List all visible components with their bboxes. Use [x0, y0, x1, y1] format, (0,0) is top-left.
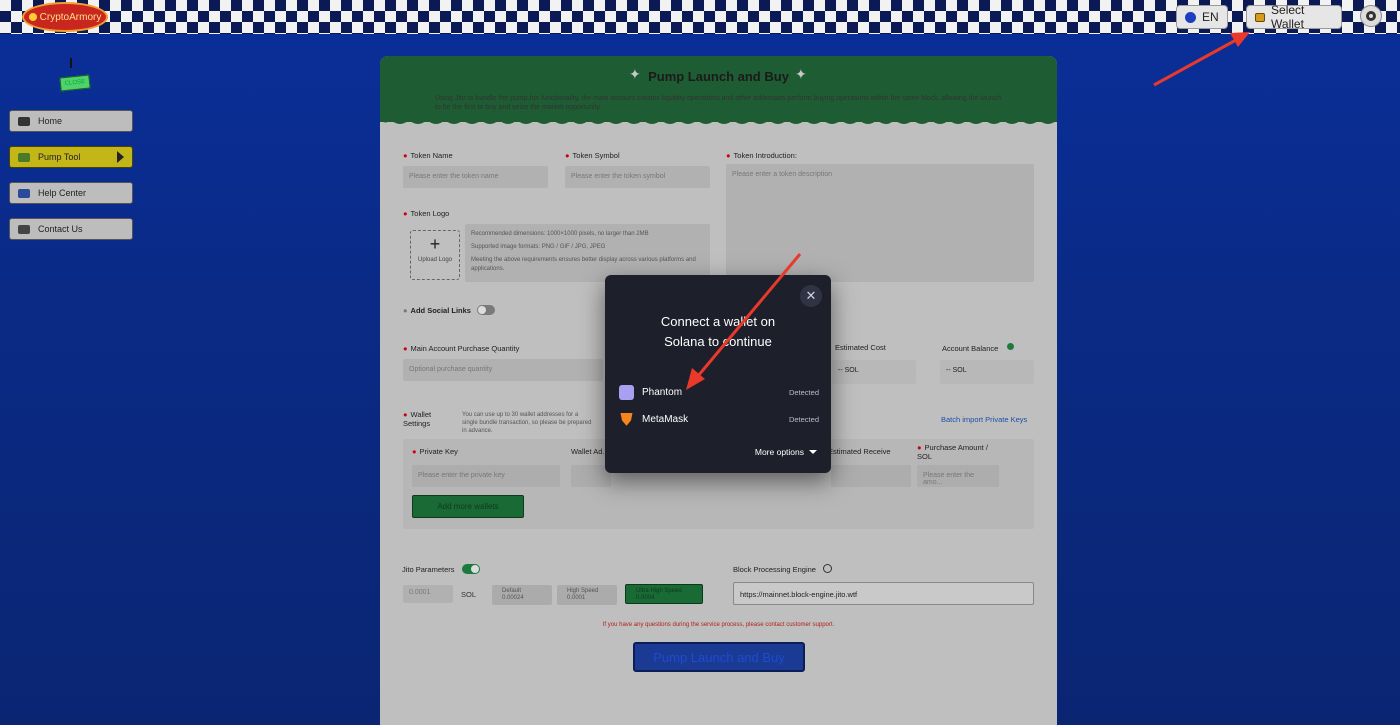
brand-logo[interactable]: CryptoArmory	[22, 2, 108, 32]
page-description: Using Jito to bundle the pump.fun functi…	[435, 95, 1002, 111]
token-name-label: ● Token Name	[403, 151, 453, 160]
sidebar-item-pump-tool[interactable]: Pump Tool	[9, 146, 133, 168]
select-wallet-button[interactable]: Select Wallet	[1246, 3, 1342, 31]
wallet-option-phantom[interactable]: Phantom Detected	[619, 382, 819, 402]
purchase-amount-input[interactable]: Please enter the amo...	[917, 465, 999, 487]
chevron-right-icon	[117, 151, 124, 163]
close-icon[interactable]: ✕	[800, 285, 822, 307]
option-value: 0.0001	[567, 595, 586, 601]
submit-button[interactable]: Pump Launch and Buy	[633, 642, 805, 672]
estimated-cost-value: -- SOL	[832, 360, 916, 384]
settings-button[interactable]	[1360, 5, 1382, 27]
estimated-receive-label: Estimated Receive	[828, 447, 891, 456]
more-options-button[interactable]: More options	[755, 447, 817, 457]
logo-hint: Meeting the above requirements ensures b…	[471, 257, 696, 272]
wallet-status: Detected	[788, 414, 819, 424]
plus-icon: +	[429, 234, 441, 254]
option-label: Ultra High Speed	[636, 588, 682, 594]
modal-title: Connect a wallet on Solana to continue	[660, 314, 776, 349]
private-key-input[interactable]: Please enter the private key	[412, 465, 560, 487]
phantom-icon	[619, 384, 634, 400]
wallet-status: Detected	[788, 387, 819, 397]
purchase-amount-label: ● Purchase Amount / SOL	[917, 443, 988, 461]
send-icon	[18, 224, 30, 234]
token-logo-label: ● Token Logo	[403, 209, 450, 218]
private-key-label: ● Private Key	[412, 447, 458, 456]
add-wallets-button[interactable]: Add more wallets	[412, 495, 524, 518]
wallet-name: MetaMask	[642, 413, 689, 425]
jito-toggle[interactable]	[462, 564, 480, 574]
mascot-image: CLOSE	[58, 58, 92, 94]
token-symbol-input[interactable]: Please enter the token symbol	[565, 166, 710, 188]
upload-logo-button[interactable]: + Upload Logo	[410, 230, 460, 280]
jito-label: Jito Parameters	[402, 565, 455, 574]
jito-default-option[interactable]: Default 0.00024	[492, 585, 552, 605]
social-links-label: ● Add Social Links	[403, 306, 471, 315]
sidebar-item-label: Home	[38, 116, 63, 126]
jito-high-speed-option[interactable]: High Speed 0.0001	[557, 585, 617, 605]
engine-select[interactable]: https://mainnet.block-engine.jito.wtf	[733, 582, 1034, 605]
wallet-option-metamask[interactable]: MetaMask Detected	[619, 409, 819, 429]
chevron-down-icon	[809, 450, 817, 454]
wallet-settings-label: ● Wallet Settings	[403, 410, 432, 428]
logo-mark-icon	[28, 13, 37, 21]
jito-fee-input[interactable]: 0.0001	[403, 585, 453, 603]
wallet-settings-hint: You can use up to 30 wallet addresses fo…	[462, 412, 592, 434]
support-note: If you have any questions during the ser…	[602, 622, 835, 628]
connect-wallet-modal: ✕ Connect a wallet on Solana to continue…	[605, 275, 831, 473]
option-label: High Speed	[567, 588, 599, 594]
engine-label: Block Processing Engine	[733, 565, 816, 574]
wallet-icon	[1255, 12, 1266, 22]
language-button[interactable]: EN	[1176, 5, 1228, 29]
select-wallet-label: Select Wallet	[1271, 3, 1305, 31]
option-value: 0.00024	[502, 595, 524, 601]
sidebar-item-label: Help Center	[38, 188, 87, 198]
sidebar-item-help-center[interactable]: Help Center	[9, 182, 133, 204]
sparkle-icon: ✦	[795, 66, 807, 82]
token-name-input[interactable]: Please enter the token name	[403, 166, 548, 188]
account-balance-label: Account Balance	[942, 344, 999, 353]
logo-hint: Recommended dimensions: 1000×1000 pixels…	[471, 231, 649, 237]
language-label: EN	[1202, 10, 1219, 24]
panel-header	[380, 56, 1057, 122]
refresh-icon[interactable]	[1007, 343, 1014, 350]
info-icon[interactable]	[823, 564, 832, 573]
token-intro-textarea[interactable]: Please enter a token description	[726, 164, 1034, 282]
logo-hint: Supported image formats: PNG / GIF / JPG…	[471, 244, 606, 250]
sidebar-item-label: Contact Us	[38, 224, 83, 234]
option-label: Default	[502, 588, 522, 594]
jito-unit: SOL	[461, 590, 477, 599]
token-symbol-label: ● Token Symbol	[565, 151, 620, 160]
upload-logo-label: Upload Logo	[417, 257, 453, 263]
header-wave	[380, 114, 1057, 124]
account-balance-value: -- SOL	[940, 360, 1034, 384]
social-links-toggle[interactable]	[477, 305, 495, 315]
page-title: Pump Launch and Buy	[648, 69, 789, 84]
jito-ultra-high-speed-option[interactable]: Ultra High Speed 0.0004	[625, 584, 703, 604]
batch-import-link[interactable]: Batch import Private Keys	[941, 415, 1027, 424]
help-icon	[18, 188, 30, 198]
gear-icon	[1366, 11, 1376, 21]
mascot-tag: CLOSE	[59, 74, 91, 92]
globe-icon	[1185, 11, 1196, 23]
estimated-receive-field	[831, 465, 911, 487]
main-qty-label: ● Main Account Purchase Quantity	[403, 344, 520, 353]
metamask-icon	[620, 413, 633, 426]
wallet-address-label: Wallet Ad...	[571, 447, 609, 456]
sidebar-item-contact-us[interactable]: Contact Us	[9, 218, 133, 240]
pump-icon	[18, 152, 30, 162]
sidebar-item-label: Pump Tool	[38, 152, 81, 162]
wallet-name: Phantom	[642, 386, 683, 398]
main-qty-input[interactable]: Optional purchase quantity	[403, 359, 603, 381]
logo-text: CryptoArmory	[39, 11, 102, 23]
more-options-label: More options	[754, 447, 804, 457]
mascot-antenna	[70, 58, 72, 68]
sidebar-item-home[interactable]: Home	[9, 110, 133, 132]
token-intro-label: ● Token Introduction:	[726, 151, 797, 160]
option-value: 0.0004	[636, 595, 655, 601]
logo-hints: Recommended dimensions: 1000×1000 pixels…	[465, 224, 710, 282]
estimated-cost-label: Estimated Cost	[835, 343, 886, 352]
home-icon	[18, 116, 30, 126]
